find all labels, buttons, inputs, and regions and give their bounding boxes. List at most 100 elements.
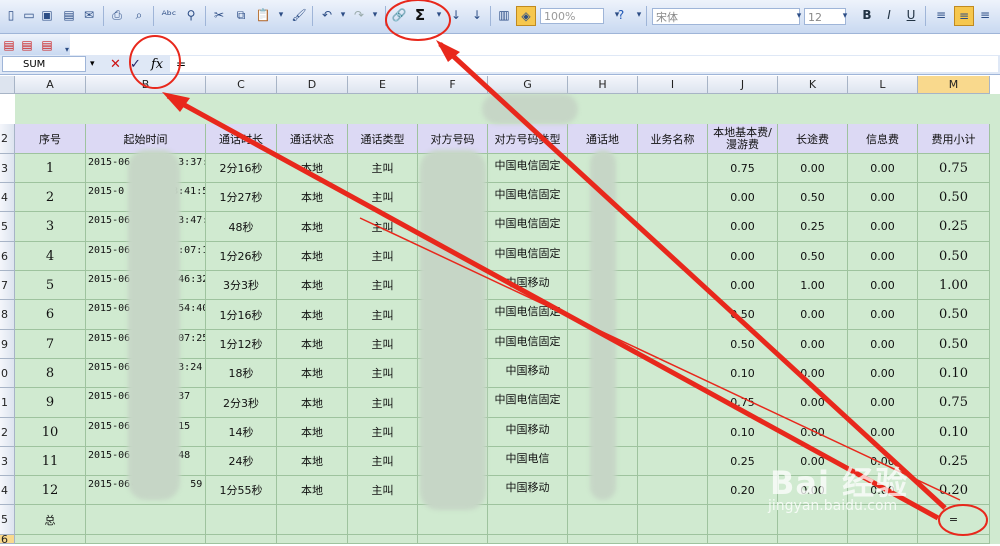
table-cell[interactable]	[488, 505, 568, 535]
table-cell[interactable]: 1分16秒	[206, 300, 277, 330]
table-cell[interactable]	[638, 212, 708, 242]
table-cell[interactable]	[348, 535, 418, 544]
print-icon[interactable]: ⎙	[108, 6, 126, 24]
align-right-icon[interactable]: ≡	[976, 6, 994, 24]
table-cell[interactable]: 9	[15, 388, 86, 418]
table-cell[interactable]: 0.50	[708, 330, 778, 359]
table-cell[interactable]: 主叫	[348, 359, 418, 388]
table-cell[interactable]: 0.50	[918, 330, 990, 359]
table-cell[interactable]: 3分3秒	[206, 271, 277, 300]
hyperlink-icon[interactable]: 🔗	[390, 6, 408, 24]
table-cell[interactable]: 0.50	[918, 183, 990, 212]
table-cell[interactable]: 48秒	[206, 212, 277, 242]
email-icon[interactable]: ✉	[80, 6, 98, 24]
table-cell[interactable]: 中国电信固定	[488, 388, 568, 418]
table-cell[interactable]: 0.50	[708, 300, 778, 330]
table-cell[interactable]: 1.00	[778, 271, 848, 300]
table-cell[interactable]: 本地	[277, 212, 348, 242]
table-cell[interactable]: 本地	[277, 183, 348, 212]
paste-dropdown-icon[interactable]: ▾	[272, 6, 290, 24]
table-cell[interactable]	[638, 476, 708, 505]
pdf-convert-icon[interactable]: ▤	[18, 36, 36, 54]
pdf-email-icon[interactable]: ▤	[38, 36, 56, 54]
spelling-icon[interactable]: ᴬᵇᶜ	[160, 6, 178, 24]
table-cell[interactable]: 本地	[277, 154, 348, 183]
row-header[interactable]: 9	[0, 330, 15, 359]
table-cell[interactable]: 主叫	[348, 271, 418, 300]
table-cell[interactable]	[918, 535, 990, 544]
copy-icon[interactable]: ⧉	[232, 6, 250, 24]
table-cell[interactable]: 0.00	[848, 388, 918, 418]
table-cell[interactable]: 1分27秒	[206, 183, 277, 212]
table-cell[interactable]: 14秒	[206, 418, 277, 447]
table-cell[interactable]	[568, 505, 638, 535]
table-cell[interactable]: 0.00	[848, 418, 918, 447]
column-header-b[interactable]: B	[86, 76, 206, 94]
table-cell[interactable]: 本地	[277, 418, 348, 447]
table-cell[interactable]: 0.00	[848, 330, 918, 359]
table-cell[interactable]	[638, 535, 708, 544]
name-box-dropdown-icon[interactable]: ▾	[90, 56, 95, 73]
column-header-c[interactable]: C	[206, 76, 277, 94]
table-cell[interactable]: 主叫	[348, 154, 418, 183]
table-cell[interactable]: 0.00	[778, 300, 848, 330]
column-title[interactable]: 对方号码类型	[488, 124, 568, 154]
table-cell[interactable]: 1分12秒	[206, 330, 277, 359]
pdf-icon[interactable]: ▤	[0, 36, 18, 54]
table-cell[interactable]	[488, 535, 568, 544]
autosum-dropdown-icon[interactable]: ▾	[430, 6, 448, 24]
column-header-j[interactable]: J	[708, 76, 778, 94]
table-cell[interactable]	[638, 418, 708, 447]
table-cell[interactable]: 0.25	[918, 447, 990, 476]
column-header-d[interactable]: D	[277, 76, 348, 94]
table-cell[interactable]: 0.25	[918, 212, 990, 242]
sort-ascending-icon[interactable]: ↓	[447, 6, 465, 24]
table-cell[interactable]: 0.10	[918, 359, 990, 388]
table-cell[interactable]	[277, 535, 348, 544]
formula-input[interactable]: =	[170, 56, 998, 72]
table-cell[interactable]: 0.25	[778, 212, 848, 242]
underline-button[interactable]: U	[902, 6, 920, 24]
table-cell[interactable]: 0.75	[918, 388, 990, 418]
table-cell[interactable]: 中国电信固定	[488, 242, 568, 271]
table-cell[interactable]: 0.00	[778, 330, 848, 359]
row-header[interactable]: 2	[0, 418, 15, 447]
autosum-icon[interactable]: Σ	[411, 6, 429, 24]
table-cell[interactable]	[638, 271, 708, 300]
table-cell[interactable]: 1分55秒	[206, 476, 277, 505]
table-cell[interactable]: 本地	[277, 359, 348, 388]
table-cell[interactable]: 0.75	[708, 154, 778, 183]
table-cell[interactable]: 0.00	[778, 388, 848, 418]
row-header[interactable]: 6	[0, 242, 15, 271]
table-cell[interactable]: 0.00	[708, 242, 778, 271]
column-title[interactable]: 信息费	[848, 124, 918, 154]
format-painter-icon[interactable]: 🖌	[290, 6, 308, 24]
table-cell[interactable]: 主叫	[348, 418, 418, 447]
redo-dropdown-icon[interactable]: ▾	[366, 6, 384, 24]
table-cell[interactable]: 本地	[277, 388, 348, 418]
table-cell[interactable]: 中国电信固定	[488, 212, 568, 242]
table-cell[interactable]: 0.20	[918, 476, 990, 505]
column-header-k[interactable]: K	[778, 76, 848, 94]
name-box[interactable]: SUM	[2, 56, 86, 72]
table-cell[interactable]: 0.00	[848, 154, 918, 183]
table-cell[interactable]: 0.25	[708, 447, 778, 476]
table-cell[interactable]: 0.00	[848, 359, 918, 388]
cut-icon[interactable]: ✂	[210, 6, 228, 24]
table-cell[interactable]: 0.50	[918, 242, 990, 271]
table-cell[interactable]	[638, 242, 708, 271]
row-header[interactable]: 6	[0, 534, 15, 545]
font-name-select[interactable]: 宋体	[652, 8, 800, 25]
table-cell[interactable]: 主叫	[348, 300, 418, 330]
italic-button[interactable]: I	[880, 6, 898, 24]
table-cell[interactable]: 中国移动	[488, 418, 568, 447]
table-cell[interactable]: 0.00	[848, 242, 918, 271]
table-cell[interactable]: 2	[15, 183, 86, 212]
column-header-e[interactable]: E	[348, 76, 418, 94]
table-cell[interactable]: 0.00	[848, 300, 918, 330]
print-preview-icon[interactable]: ⌕	[130, 6, 148, 24]
row-header[interactable]: 4	[0, 183, 15, 212]
table-cell[interactable]: 0.00	[778, 418, 848, 447]
table-cell[interactable]: 0.00	[708, 183, 778, 212]
table-cell[interactable]	[638, 300, 708, 330]
